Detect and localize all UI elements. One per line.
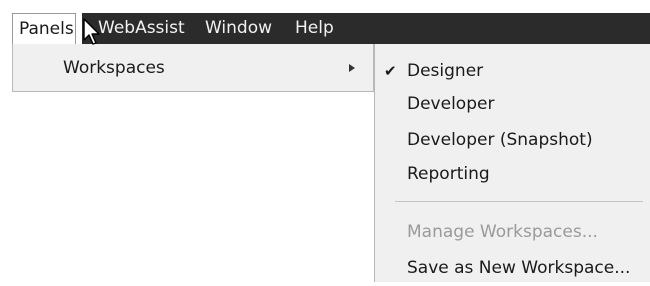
submenu-item-developer-snapshot[interactable]: Developer (Snapshot) bbox=[375, 122, 650, 158]
submenu-item-developer[interactable]: Developer bbox=[375, 86, 650, 122]
submenu-item-label: Developer bbox=[407, 94, 495, 114]
checkmark-icon: ✔ bbox=[384, 62, 397, 80]
menu-separator bbox=[395, 201, 643, 202]
menu-item-label: Workspaces bbox=[63, 58, 165, 78]
workspaces-submenu: ✔ Designer Developer Developer (Snapshot… bbox=[374, 44, 650, 282]
menu-help[interactable]: Help bbox=[289, 13, 340, 44]
submenu-item-label: Designer bbox=[407, 61, 484, 81]
submenu-item-designer[interactable]: ✔ Designer bbox=[375, 53, 650, 89]
submenu-item-label: Manage Workspaces... bbox=[407, 222, 598, 242]
submenu-item-label: Developer (Snapshot) bbox=[407, 130, 593, 150]
mouse-pointer-icon bbox=[83, 18, 100, 45]
submenu-item-reporting[interactable]: Reporting bbox=[375, 156, 650, 192]
menu-webassist[interactable]: WebAssist bbox=[92, 13, 191, 44]
menu-panels[interactable]: Panels bbox=[12, 13, 76, 44]
submenu-item-manage-workspaces: Manage Workspaces... bbox=[375, 214, 650, 250]
panels-dropdown-menu: Workspaces bbox=[12, 44, 374, 92]
submenu-item-save-as-new-workspace[interactable]: Save as New Workspace... bbox=[375, 250, 650, 286]
submenu-item-label: Save as New Workspace... bbox=[407, 258, 631, 278]
menu-item-workspaces[interactable]: Workspaces bbox=[14, 50, 372, 86]
chevron-right-icon bbox=[349, 64, 355, 72]
menu-window[interactable]: Window bbox=[199, 13, 278, 44]
submenu-item-label: Reporting bbox=[407, 164, 490, 184]
